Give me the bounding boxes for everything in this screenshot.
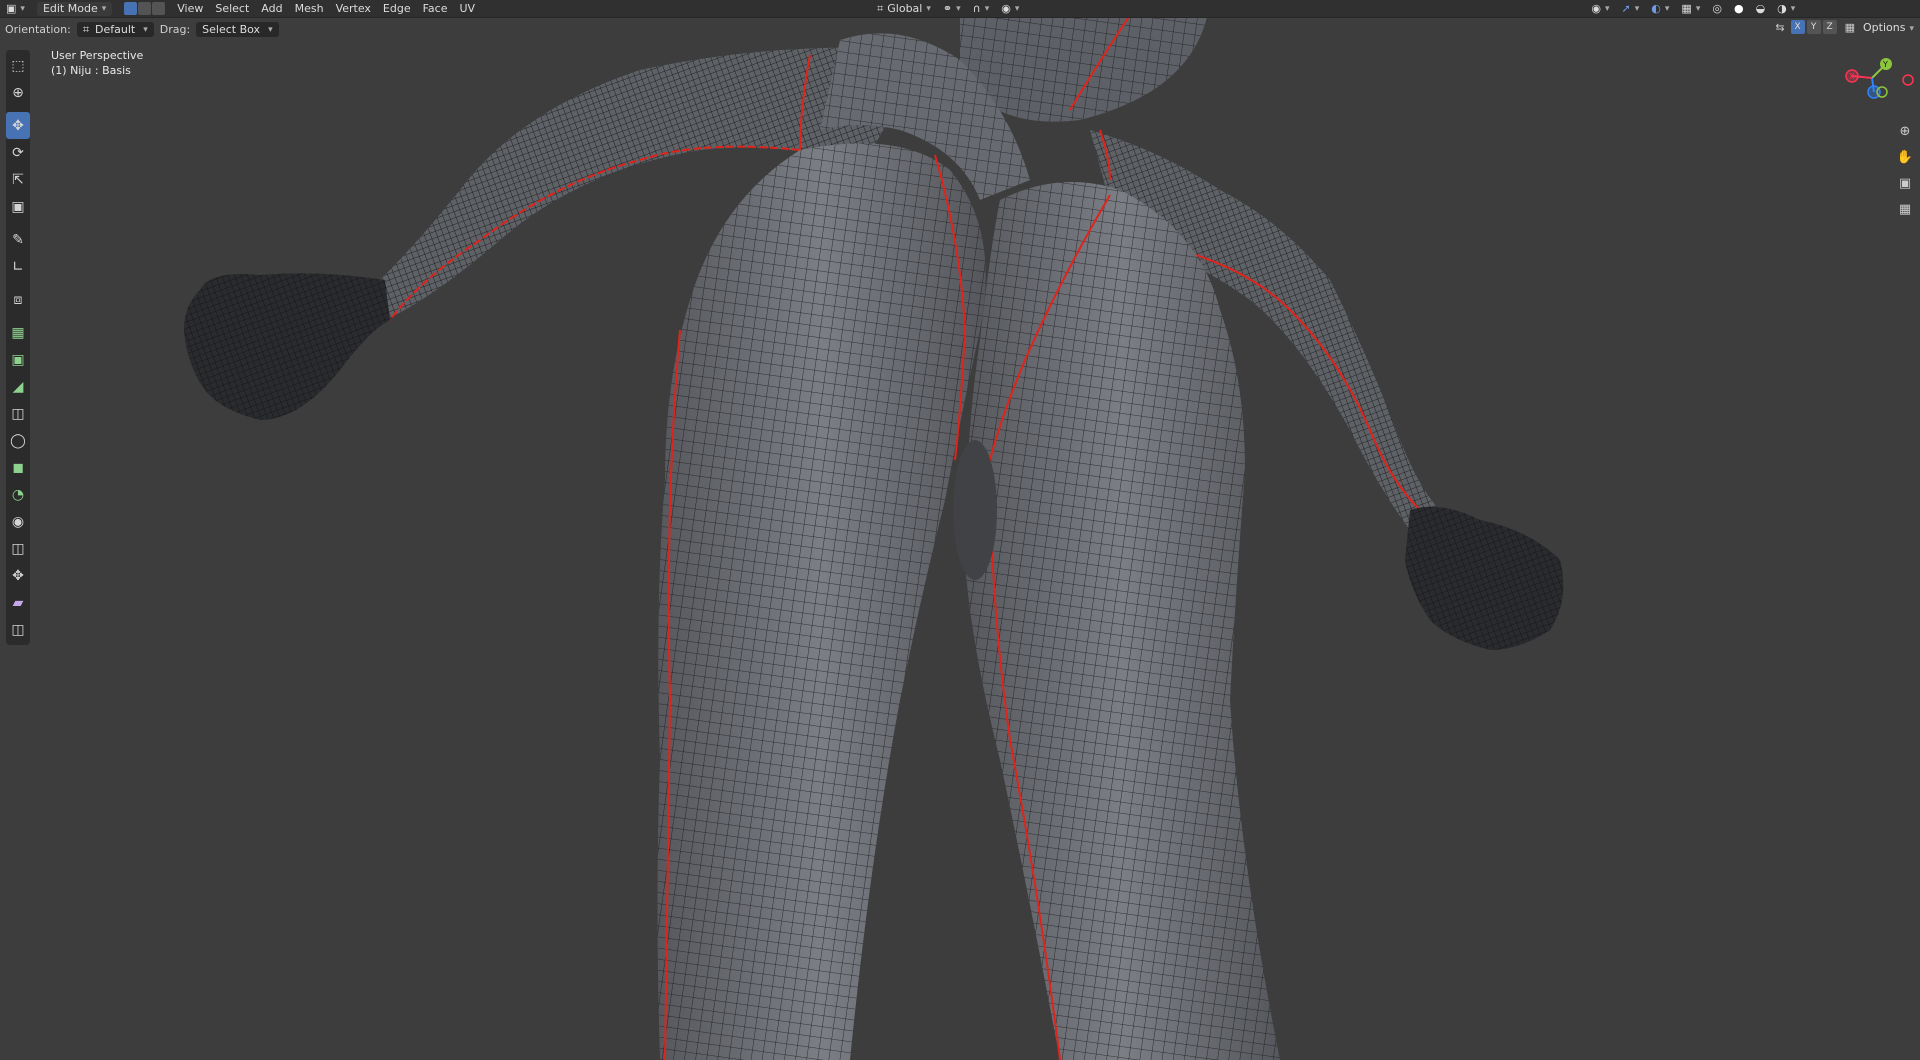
shading-wire[interactable]: ◎ (1706, 0, 1728, 17)
pan-hand-icon[interactable]: ✋ (1896, 148, 1914, 166)
navigation-gizmo[interactable]: Y X (1834, 52, 1914, 112)
xray-icon: ▦ (1681, 2, 1692, 15)
menu-uv[interactable]: UV (453, 0, 481, 17)
drag-dropdown[interactable]: Select Box (196, 22, 279, 37)
rendered-shading-icon: ◑ (1777, 2, 1787, 15)
move-icon[interactable]: ✥ (6, 112, 30, 139)
snap-dropdown[interactable]: ∩ (967, 0, 996, 17)
gizmo-dropdown[interactable]: ➚ (1616, 0, 1646, 17)
overlay-icon: ◐ (1651, 2, 1661, 15)
proportional-icon: ◉ (1001, 2, 1011, 15)
magnet-icon: ∩ (972, 2, 981, 15)
shading-material[interactable]: ◒ (1750, 0, 1772, 17)
mirror-options: ⇆ X Y Z ▦ Options (1775, 20, 1914, 34)
solid-shading-icon: ● (1733, 2, 1744, 15)
tool-header: Orientation: ⌗ Default Drag: Select Box (0, 20, 1920, 39)
rip-icon[interactable]: ◫ (6, 616, 30, 643)
shrink-fatten-icon[interactable]: ✥ (6, 562, 30, 589)
view-name: User Perspective (51, 49, 144, 62)
mirror-icon: ⇆ (1775, 20, 1785, 34)
options-dropdown[interactable]: Options (1863, 21, 1914, 34)
drag-label: Drag: (159, 23, 191, 36)
smooth-icon[interactable]: ◉ (6, 508, 30, 535)
head-mesh (960, 0, 1210, 122)
transform-orientation-dropdown[interactable]: ⌗ Global (871, 0, 937, 17)
pivot-point-dropdown[interactable]: ⚭ (937, 0, 967, 17)
mode-selector[interactable]: Edit Mode (31, 0, 118, 17)
edge-select-icon[interactable] (138, 2, 152, 15)
gizmo-neg-x-icon[interactable] (1902, 74, 1914, 86)
extrude-icon[interactable]: ▦ (6, 319, 30, 346)
gizmo-y-label: Y (1882, 60, 1888, 69)
xray-dropdown[interactable]: ▦ (1675, 0, 1706, 17)
right-leg-mesh (965, 182, 1280, 1060)
axes-icon: ⌗ (877, 1, 884, 15)
poly-build-icon[interactable]: ◼ (6, 454, 30, 481)
wireframe-shading-icon: ◎ (1712, 2, 1722, 15)
shading-rendered[interactable]: ◑ (1771, 0, 1801, 17)
axis-y-toggle[interactable]: Y (1806, 20, 1821, 34)
mesh-options-icon[interactable]: ▦ (1845, 21, 1855, 34)
shadow-shape (953, 440, 997, 580)
camera-icon[interactable]: ▣ (1896, 174, 1914, 192)
shear-icon[interactable]: ▰ (6, 589, 30, 616)
orientation-label: Orientation: (5, 23, 71, 36)
editor-type-menu[interactable]: ▣ (0, 0, 31, 17)
vertex-select-icon[interactable] (124, 2, 138, 15)
header-bar: ▣ Edit Mode View Select Add Mesh Vertex … (0, 0, 1920, 18)
mesh-viewport[interactable] (0, 0, 1920, 1060)
select-box-icon[interactable]: ⬚ (6, 52, 30, 79)
spin-icon[interactable]: ◔ (6, 481, 30, 508)
viewport-info: User Perspective (1) Niju : Basis (51, 48, 143, 78)
right-hand-mesh (1405, 506, 1564, 650)
pivot-icon: ⚭ (942, 2, 953, 15)
viewport-nav-buttons: ⊕ ✋ ▣ ▦ (1896, 122, 1914, 218)
grid-perspective-icon[interactable]: ▦ (1896, 200, 1914, 218)
orientation-icon: ⌗ (82, 22, 90, 36)
gizmo-icon: ➚ (1621, 2, 1631, 15)
shading-solid[interactable]: ● (1728, 0, 1750, 17)
loop-cut-icon[interactable]: ◫ (6, 400, 30, 427)
annotate-icon[interactable]: ✎ (6, 226, 30, 253)
menu-edge[interactable]: Edge (377, 0, 417, 17)
object-info: (1) Niju : Basis (51, 64, 131, 77)
menu-add[interactable]: Add (255, 0, 288, 17)
transform-icon[interactable]: ▣ (6, 193, 30, 220)
eye-icon: ◉ (1591, 2, 1601, 15)
knife-icon[interactable]: ◯ (6, 427, 30, 454)
menu-mesh[interactable]: Mesh (289, 0, 330, 17)
gizmo-x-label: X (1849, 72, 1855, 81)
bevel-icon[interactable]: ◢ (6, 373, 30, 400)
rotate-icon[interactable]: ⟳ (6, 139, 30, 166)
scale-icon[interactable]: ⇱ (6, 166, 30, 193)
add-cube-icon[interactable]: ⧈ (6, 286, 30, 313)
menu-vertex[interactable]: Vertex (330, 0, 377, 17)
tool-shelf: ⬚ ⊕ ✥ ⟳ ⇱ ▣ ✎ ∟ ⧈ ▦ ▣ ◢ ◫ ◯ ◼ ◔ ◉ ◫ ✥ ▰ … (6, 50, 30, 645)
editor-type-icon: ▣ (6, 2, 17, 15)
axis-z-toggle[interactable]: Z (1822, 20, 1837, 34)
zoom-icon[interactable]: ⊕ (1896, 122, 1914, 140)
edge-slide-icon[interactable]: ◫ (6, 535, 30, 562)
measure-icon[interactable]: ∟ (6, 253, 30, 280)
select-mode-group (124, 2, 166, 15)
proportional-edit-dropdown[interactable]: ◉ (995, 0, 1025, 17)
visibility-dropdown[interactable]: ◉ (1585, 0, 1615, 17)
left-hand-mesh (184, 273, 390, 420)
cursor-icon[interactable]: ⊕ (6, 79, 30, 106)
menu-face[interactable]: Face (417, 0, 454, 17)
orientation-dropdown[interactable]: ⌗ Default (76, 22, 154, 37)
menu-select[interactable]: Select (209, 0, 255, 17)
face-select-icon[interactable] (152, 2, 166, 15)
axis-x-toggle[interactable]: X (1790, 20, 1805, 34)
mode-label: Edit Mode (42, 2, 98, 15)
inset-icon[interactable]: ▣ (6, 346, 30, 373)
menu-view[interactable]: View (171, 0, 209, 17)
overlay-dropdown[interactable]: ◐ (1645, 0, 1675, 17)
material-shading-icon: ◒ (1755, 2, 1766, 15)
left-leg-mesh (657, 143, 986, 1060)
